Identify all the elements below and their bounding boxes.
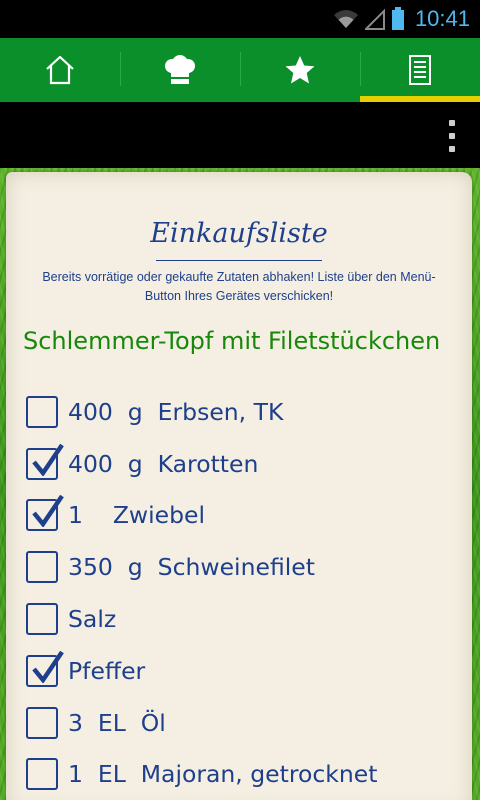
shopping-list-paper: Einkaufsliste Bereits vorrätige oder gek…	[6, 172, 472, 800]
ingredient-label: 400 g Karotten	[68, 449, 259, 478]
ingredient-label: 350 g Schweinefilet	[68, 553, 315, 582]
star-icon	[285, 56, 315, 84]
list-item[interactable]: Pfeffer	[26, 645, 466, 697]
tab-shopping-list[interactable]	[360, 38, 480, 102]
checkbox[interactable]	[26, 395, 58, 428]
check-mark-icon	[32, 650, 64, 683]
wifi-icon	[333, 10, 358, 28]
list-icon	[409, 55, 431, 85]
signal-icon	[364, 8, 385, 30]
checkbox[interactable]	[26, 551, 58, 584]
checkbox[interactable]	[26, 706, 58, 739]
ingredient-label: 1 Zwiebel	[68, 501, 206, 530]
status-icons: 10:41	[333, 5, 470, 33]
tab-bar	[0, 38, 480, 102]
ingredient-label: 400 g Erbsen, TK	[68, 397, 284, 426]
home-icon	[46, 55, 74, 85]
checkbox[interactable]	[26, 758, 58, 791]
overflow-menu-icon[interactable]	[444, 120, 460, 152]
list-item[interactable]: 1 Zwiebel	[26, 490, 466, 542]
list-item[interactable]: 1 EL Majoran, getrocknet	[26, 749, 466, 800]
battery-icon	[391, 7, 404, 30]
list-item[interactable]: 400 g Erbsen, TK	[26, 386, 466, 438]
checkbox[interactable]	[26, 443, 64, 480]
ingredient-label: Pfeffer	[68, 656, 146, 685]
status-bar: 10:41	[0, 0, 480, 38]
ingredient-label: 3 EL Öl	[68, 708, 166, 737]
tab-home[interactable]	[0, 38, 120, 102]
checkbox[interactable]	[26, 495, 64, 532]
check-mark-icon	[32, 495, 64, 528]
list-item[interactable]: 400 g Karotten	[26, 438, 466, 490]
check-mark-icon	[32, 443, 64, 476]
title-underline	[156, 260, 322, 261]
tab-recipes[interactable]	[120, 38, 240, 102]
status-time: 10:41	[414, 6, 470, 31]
instruction-text: Bereits vorrätige oder gekaufte Zutaten …	[42, 270, 436, 303]
ingredient-label: 1 EL Majoran, getrocknet	[68, 760, 378, 789]
checkbox[interactable]	[26, 603, 58, 636]
list-item[interactable]: 350 g Schweinefilet	[26, 541, 466, 593]
list-item[interactable]: 3 EL Öl	[26, 697, 466, 749]
action-bar	[0, 102, 480, 168]
checkbox[interactable]	[26, 650, 64, 687]
tab-favorites[interactable]	[240, 38, 360, 102]
content-area: Einkaufsliste Bereits vorrätige oder gek…	[0, 168, 480, 800]
recipe-title: Schlemmer-Topf mit Filetstückchen	[23, 327, 441, 355]
list-item[interactable]: Salz	[26, 593, 466, 645]
page-title: Einkaufsliste	[150, 218, 328, 249]
ingredient-list: 400 g Erbsen, TK 400 g Karotten 1 Zwiebe…	[26, 386, 466, 800]
chef-hat-icon	[165, 55, 195, 84]
ingredient-label: Salz	[68, 605, 117, 634]
